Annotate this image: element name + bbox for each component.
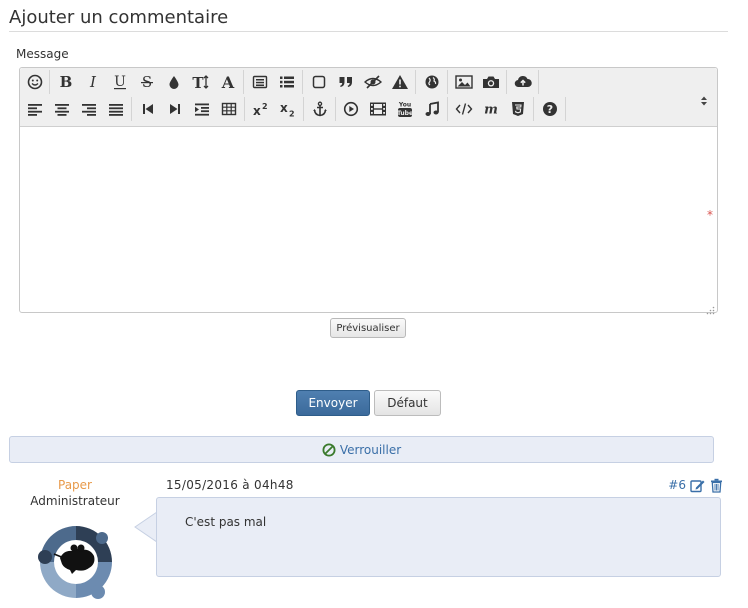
required-marker: * (707, 208, 713, 222)
play-icon[interactable] (339, 97, 363, 121)
code-icon[interactable] (452, 97, 476, 121)
justify-icon[interactable] (104, 97, 128, 121)
toolbar-separator (533, 97, 534, 121)
indent-icon[interactable] (190, 97, 214, 121)
bold-icon[interactable]: B (54, 70, 78, 94)
message-label: Message (16, 47, 69, 61)
toolbar-separator (506, 70, 507, 94)
svg-text:I: I (89, 74, 97, 90)
camera-icon[interactable] (479, 70, 503, 94)
youtube-icon[interactable]: You Tube (393, 97, 417, 121)
color-drop-icon[interactable] (162, 70, 186, 94)
svg-text:2: 2 (289, 110, 295, 118)
toolbar-separator (244, 97, 245, 121)
upload-cloud-icon[interactable] (511, 70, 535, 94)
strikethrough-icon[interactable]: S (135, 70, 159, 94)
toolbar-separator (447, 97, 448, 121)
message-input[interactable] (20, 127, 717, 312)
spoiler-icon[interactable] (361, 70, 385, 94)
list-icon[interactable] (275, 70, 299, 94)
svg-text:B: B (60, 74, 73, 90)
music-icon[interactable] (420, 97, 444, 121)
toolbar-separator (415, 70, 416, 94)
font-size-icon[interactable]: T (189, 70, 213, 94)
toolbar-separator (131, 97, 132, 121)
superscript-icon[interactable]: x2 (249, 97, 273, 121)
toolbar-separator (335, 97, 336, 121)
skip-forward-icon[interactable] (163, 97, 187, 121)
svg-text:You: You (398, 102, 411, 109)
preview-button[interactable]: Prévisualiser (330, 318, 406, 338)
quote-box-icon[interactable] (248, 70, 272, 94)
html5-icon[interactable] (506, 97, 530, 121)
help-icon[interactable]: ? (538, 97, 562, 121)
svg-text:x: x (280, 101, 288, 115)
svg-text:2: 2 (262, 102, 268, 111)
globe-link-icon[interactable] (420, 70, 444, 94)
warning-icon[interactable] (388, 70, 412, 94)
lock-label: Verrouiller (339, 442, 402, 457)
trash-icon[interactable] (708, 477, 724, 493)
box-icon[interactable] (307, 70, 331, 94)
table-icon[interactable] (217, 97, 241, 121)
section-title: Ajouter un commentaire (9, 7, 229, 28)
editor-toolbar: B I U S T A x 2 x 2 You Tube m ? (20, 68, 717, 127)
toolbar-separator (302, 70, 303, 94)
toolbar-separator (49, 70, 50, 94)
svg-text:Tube: Tube (397, 110, 413, 117)
image-icon[interactable] (452, 70, 476, 94)
svg-text:x: x (253, 104, 261, 117)
film-icon[interactable] (366, 97, 390, 121)
toolbar-separator (303, 97, 304, 121)
svg-text:T: T (192, 74, 204, 90)
title-divider (9, 31, 728, 32)
svg-text:U: U (114, 74, 126, 90)
author-name[interactable]: Paper (10, 478, 140, 492)
skip-back-icon[interactable] (136, 97, 160, 121)
svg-text:?: ? (547, 103, 553, 116)
post-number-link[interactable]: #6 (668, 478, 686, 492)
subscript-icon[interactable]: x2 (276, 97, 300, 121)
post-content: C'est pas mal (185, 515, 267, 529)
blockquote-icon[interactable] (334, 70, 358, 94)
underline-icon[interactable]: U (108, 70, 132, 94)
toolbar-separator (538, 70, 539, 94)
font-face-icon[interactable]: A (216, 70, 240, 94)
send-button[interactable]: Envoyer (296, 390, 370, 416)
edit-icon[interactable] (689, 477, 705, 493)
anchor-icon[interactable] (308, 97, 332, 121)
toolbar-separator (565, 97, 566, 121)
toolbar-separator (243, 70, 244, 94)
smiley-icon[interactable] (23, 70, 47, 94)
resize-grip-icon[interactable] (705, 300, 715, 315)
post-bubble: C'est pas mal (156, 497, 721, 577)
toolbar-separator (447, 70, 448, 94)
italic-icon[interactable]: I (81, 70, 105, 94)
avatar (34, 520, 118, 604)
lock-topic-bar[interactable]: Verrouiller (9, 436, 714, 463)
svg-text:m: m (484, 103, 498, 118)
math-icon[interactable]: m (479, 97, 503, 121)
bubble-pointer (134, 511, 158, 543)
toolbar-toggle-icon[interactable] (699, 92, 709, 106)
align-center-icon[interactable] (50, 97, 74, 121)
align-right-icon[interactable] (77, 97, 101, 121)
align-left-icon[interactable] (23, 97, 47, 121)
post-date: 15/05/2016 à 04h48 (166, 478, 294, 492)
forbidden-icon (322, 443, 336, 457)
svg-text:A: A (221, 74, 235, 90)
post-actions: #6 (668, 477, 724, 493)
default-button[interactable]: Défaut (374, 390, 441, 416)
post-author-block: Paper Administrateur (10, 478, 140, 508)
author-role: Administrateur (30, 494, 120, 508)
message-editor: B I U S T A x 2 x 2 You Tube m ? * (19, 67, 718, 315)
